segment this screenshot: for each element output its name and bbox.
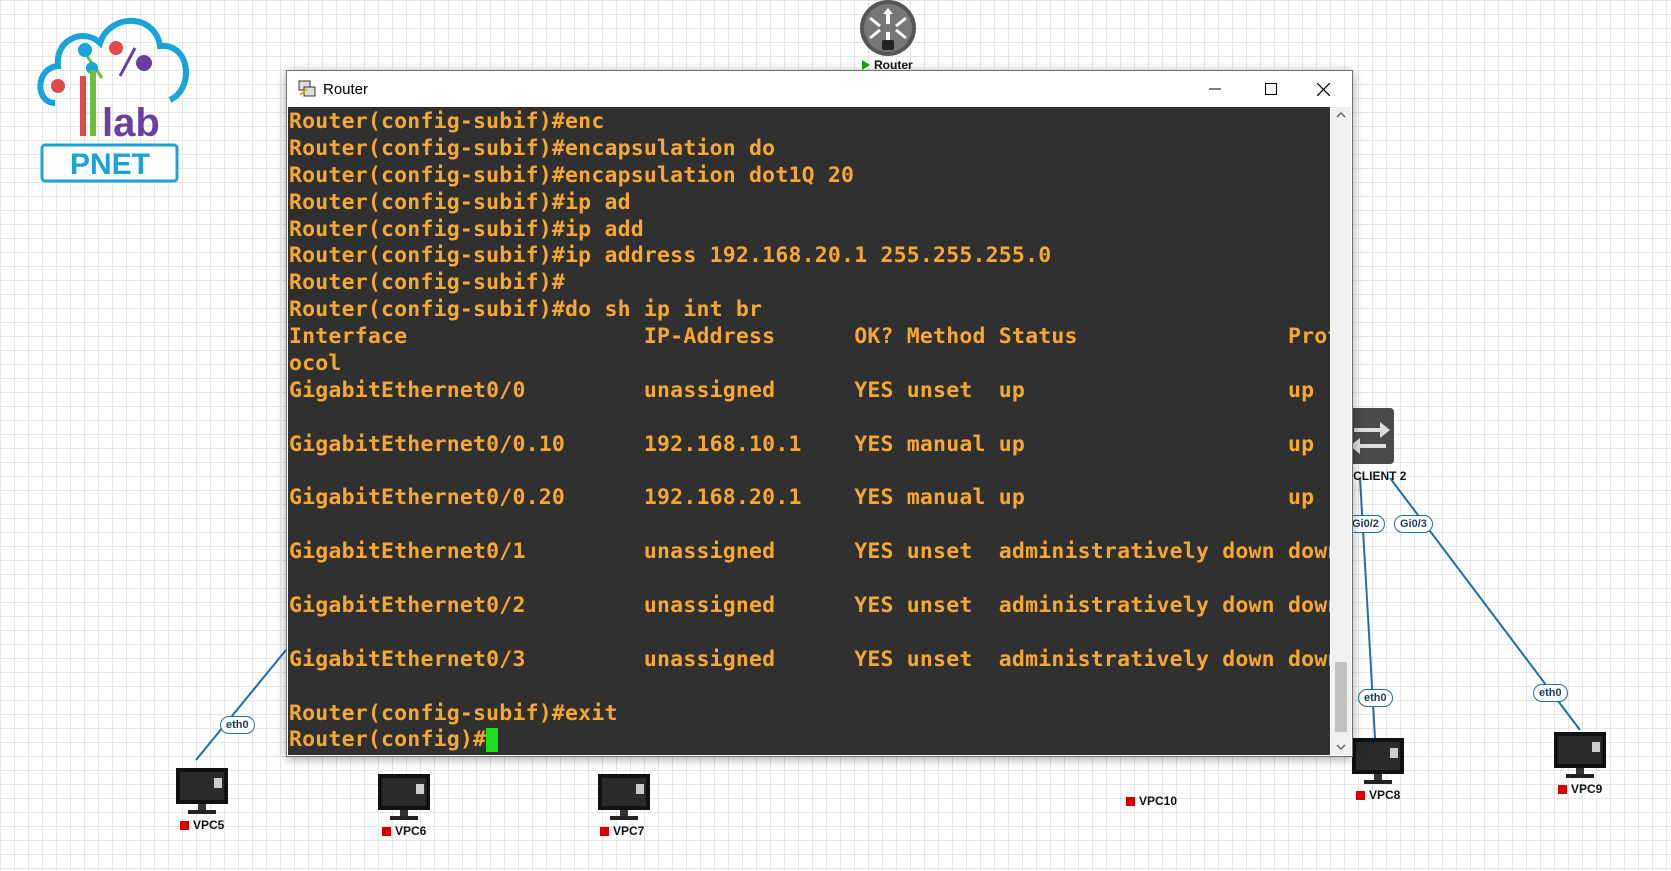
terminal-line: GigabitEthernet0/0 unassigned YES unset … [289,377,1315,403]
terminal-lines: Router(config-subif)#enc Router(config-su… [289,109,1330,754]
scroll-down-icon[interactable] [1331,739,1351,755]
switch-arrows-icon [1350,422,1390,454]
stopped-icon [1558,784,1567,794]
logo-text: PNET [70,148,150,181]
terminal-line: GigabitEthernet0/0.20 192.168.20.1 YES m… [289,485,1315,511]
vpc7-label-text: VPC7 [613,824,645,838]
vertical-scrollbar[interactable] [1331,107,1351,755]
port-gi03: Gi0/3 [1394,515,1433,533]
vpc10-label: VPC10 [1126,794,1177,808]
maximize-button[interactable] [1243,71,1299,107]
port-eth0-vpc8: eth0 [1358,689,1393,707]
stopped-icon [600,826,609,836]
window-title: Router [323,81,369,98]
terminal-line: Router(config-subif)#enc [289,109,605,134]
terminal-line: Router(config-subif)#ip ad [289,189,631,215]
switch-icon[interactable] [1346,408,1394,464]
terminal-line: GigabitEthernet0/0.10 192.168.10.1 YES m… [289,431,1315,457]
vpc8-label-text: VPC8 [1369,788,1401,802]
terminal-output[interactable]: Router(config-subif)#enc Router(config-su… [288,107,1330,755]
stopped-icon [180,820,189,830]
maximize-icon [1265,83,1277,95]
terminal-line: Router(config-subif)#ip address 192.168.… [289,243,1052,269]
vpc8-label: VPC8 [1356,788,1400,802]
terminal-line: GigabitEthernet0/3 unassigned YES unset … [289,646,1330,672]
vpc8-monitor-icon[interactable] [1350,736,1406,786]
terminal-line: GigabitEthernet0/2 unassigned YES unset … [289,593,1330,619]
scroll-thumb[interactable] [1335,662,1347,732]
minimize-button[interactable] [1187,71,1243,107]
putty-icon [298,80,316,97]
link-vpc5 [195,649,287,761]
port-eth0-vpc5: eth0 [220,716,255,734]
vpc5-label: VPC5 [180,818,224,832]
router-terminal-window[interactable]: Router Router(config-subif)#enc Router(co… [286,70,1353,757]
vpc6-monitor-icon[interactable] [376,772,432,822]
close-icon [1316,82,1330,96]
scroll-up-icon[interactable] [1331,107,1351,123]
stopped-icon [382,826,391,836]
terminal-prompt-line[interactable]: Router(config)# [289,727,1330,754]
vpc9-monitor-icon[interactable] [1552,730,1608,780]
terminal-line: GigabitEthernet0/1 unassigned YES unset … [289,539,1330,565]
window-titlebar[interactable]: Router [287,71,1352,107]
pnetlab-cloud-logo: lab PNET [37,17,189,183]
minimize-icon [1209,88,1221,90]
router-icon[interactable] [858,0,918,60]
vpc7-label: VPC7 [600,824,644,838]
stopped-icon [1126,796,1135,806]
port-eth0-vpc9: eth0 [1533,684,1568,702]
vpc10-label-text: VPC10 [1139,794,1178,808]
vpc5-label-text: VPC5 [193,818,225,832]
stopped-icon [1356,790,1365,800]
vpc6-label: VPC6 [382,824,426,838]
terminal-line: Router(config-subif)#encapsulation do [289,135,776,161]
vpc5-monitor-icon[interactable] [174,766,230,816]
terminal-cursor [486,728,499,753]
terminal-line: Router(config-subif)# [289,270,566,296]
terminal-line: Router(config-subif)#encapsulation dot1Q… [289,162,855,188]
vpc7-monitor-icon[interactable] [596,772,652,822]
terminal-line: Router(config-subif)#exit [289,700,618,726]
terminal-line: Router(config-subif)#ip add [289,216,644,242]
logo-lab-text: lab [102,101,160,145]
vpc9-label: VPC9 [1558,782,1602,796]
terminal-line: Interface IP-Address OK? Method Status P… [289,324,1330,350]
terminal-line: Router(config-subif)#do sh ip int br [289,297,763,323]
vpc9-label-text: VPC9 [1571,782,1603,796]
vpc6-label-text: VPC6 [395,824,427,838]
play-icon [862,60,870,70]
close-button[interactable] [1295,71,1351,107]
terminal-line: ocol [289,351,342,377]
terminal-prompt: Router(config)# [289,727,487,753]
